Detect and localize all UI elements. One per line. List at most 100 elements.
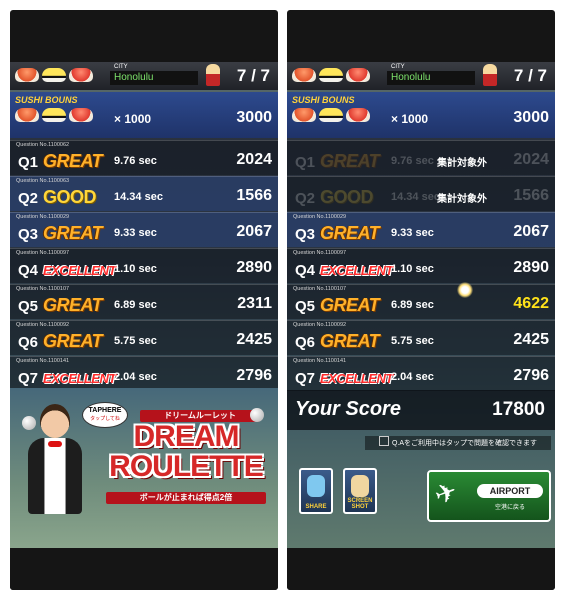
question-label: Q7 [295,370,316,387]
bow-tie-icon [48,441,62,447]
question-row-q5[interactable]: Question No.1100107 Q5 GREAT 6.89 sec 46… [287,284,555,319]
question-number: Question No.1100062 [16,142,70,148]
answer-time: 5.75 sec [391,335,434,347]
rank-badge: GOOD [43,187,97,207]
question-score: 2890 [513,259,549,276]
sushi-icons [15,68,93,82]
rank-badge: GREAT [320,223,380,243]
rank-badge: GREAT [320,295,380,315]
left-phone-screen: CITY Honolulu 7 / 7 SUSHI BOUNS × 1000 3… [10,10,278,590]
rank-badge: GREAT [43,331,103,351]
question-score: 1566 [236,187,272,204]
shrimp-sushi-icon [69,68,93,82]
roulette-ball-icon [250,408,264,422]
your-score-row: Your Score 17800 [287,390,555,430]
question-number: Question No.1100107 [293,286,347,292]
question-number: Question No.1100092 [16,322,70,328]
airplane-icon: ✈ [430,475,462,511]
question-row-q4[interactable]: Question No.1100097 Q4 EXCELLENT 1.10 se… [10,248,278,283]
question-number: Question No.1100097 [16,250,70,256]
question-label: Q5 [18,298,39,315]
question-score: 2796 [236,367,272,384]
question-number: Question No.1100092 [293,322,347,328]
question-score: 2311 [237,295,272,312]
mascot-icon [483,64,497,86]
rank-badge: GREAT [43,151,103,171]
qa-icon [378,436,389,446]
sushi-bonus-label: SUSHI BOUNS [292,95,355,105]
rank-badge: GREAT [43,295,103,315]
salmon-sushi-icon [292,108,316,122]
your-score-value: 17800 [492,399,545,420]
share-button[interactable]: SHARE [299,468,333,514]
answer-time: 9.33 sec [114,227,157,239]
your-score-label: Your Score [295,398,401,420]
dealer-body [28,438,82,514]
rank-badge: EXCELLENT [320,371,393,386]
status-header: CITY Honolulu 7 / 7 [10,62,278,92]
answer-time: 9.76 sec [114,155,157,167]
dealer-head [40,404,70,438]
bonus-multiplier: × 1000 [114,112,152,126]
airport-sub-label: 空港に戻る [494,505,525,511]
camera-person-icon [351,475,369,497]
answer-time: 9.33 sec [391,227,434,239]
shrimp-sushi-icon [346,68,370,82]
excluded-note: 集計対象外 [437,194,487,205]
tamago-sushi-icon [319,68,343,82]
question-number: Question No.1100141 [293,358,347,364]
question-number: Question No.1100097 [293,250,347,256]
question-score: 2024 [236,151,272,168]
question-row-q3[interactable]: Question No.1100029 Q3 GREAT 9.33 sec 20… [287,212,555,247]
question-row-q7[interactable]: Question No.1100141 Q7 EXCELLENT 2.04 se… [287,356,555,391]
answer-time: 9.76 sec [391,155,434,167]
question-label: Q3 [18,226,39,243]
qa-hint: Q.Aをご利用中はタップで問題を確認できます [365,436,551,450]
question-row-q3[interactable]: Question No.1100029 Q3 GREAT 9.33 sec 20… [10,212,278,247]
bonus-sushi-icons [15,108,93,122]
salmon-sushi-icon [292,68,316,82]
question-score: 2067 [236,223,272,240]
shrimp-sushi-icon [346,108,370,122]
share-bird-icon [307,475,325,497]
question-row-q4[interactable]: Question No.1100097 Q4 EXCELLENT 1.10 se… [287,248,555,283]
question-label: Q6 [18,334,39,351]
airport-button[interactable]: ✈ AIRPORT 空港に戻る [427,470,551,522]
question-row-q1[interactable]: Q1 GREAT 9.76 sec 集計対象外 2024 [287,140,555,175]
question-number: Question No.1100029 [293,214,347,220]
right-phone-screen: CITY Honolulu 7 / 7 SUSHI BOUNS × 1000 3… [287,10,555,590]
question-row-q2[interactable]: Question No.1100063 Q2 GOOD 14.34 sec 15… [10,176,278,211]
question-row-q5[interactable]: Question No.1100107 Q5 GREAT 6.89 sec 23… [10,284,278,319]
answer-time: 6.89 sec [391,299,434,311]
question-score: 2890 [236,259,272,276]
screenshot-button[interactable]: SCREEN SHOT [343,468,377,514]
question-label: Q5 [295,298,316,315]
rank-badge: EXCELLENT [43,263,116,278]
screenshot-button-label: SCREEN SHOT [347,498,373,510]
shrimp-sushi-icon [69,108,93,122]
tamago-sushi-icon [42,108,66,122]
question-label: Q3 [295,226,316,243]
excluded-note: 集計対象外 [437,158,487,169]
bonus-value: 3000 [236,109,272,126]
question-number: Question No.1100141 [16,358,70,364]
question-row-q7[interactable]: Question No.1100141 Q7 EXCELLENT 2.04 se… [10,356,278,391]
share-button-label: SHARE [305,504,327,510]
question-row-q6[interactable]: Question No.1100092 Q6 GREAT 5.75 sec 24… [10,320,278,355]
bonus-value: 3000 [513,109,549,126]
question-row-q1[interactable]: Question No.1100062 Q1 GREAT 9.76 sec 20… [10,140,278,175]
answer-time: 2.04 sec [391,371,434,383]
answer-time: 6.89 sec [114,299,157,311]
roulette-ball-spark-icon [457,282,473,298]
bonus-sushi-icons [292,108,370,122]
question-row-q6[interactable]: Question No.1100092 Q6 GREAT 5.75 sec 24… [287,320,555,355]
sushi-bonus-label: SUSHI BOUNS [15,95,78,105]
question-score: 1566 [513,187,549,204]
question-progress: 7 / 7 [236,66,270,85]
roulette-ball-icon [22,416,36,430]
question-number: Question No.1100107 [16,286,70,292]
qa-hint-text: Q.Aをご利用中はタップで問題を確認できます [391,440,538,447]
dream-roulette-banner[interactable]: TAPHERE タップしてね ドリームルーレット DREAM ROULETTE … [10,388,278,548]
question-row-q2[interactable]: Q2 GOOD 14.34 sec 集計対象外 1566 [287,176,555,211]
bottom-bar [287,548,555,590]
